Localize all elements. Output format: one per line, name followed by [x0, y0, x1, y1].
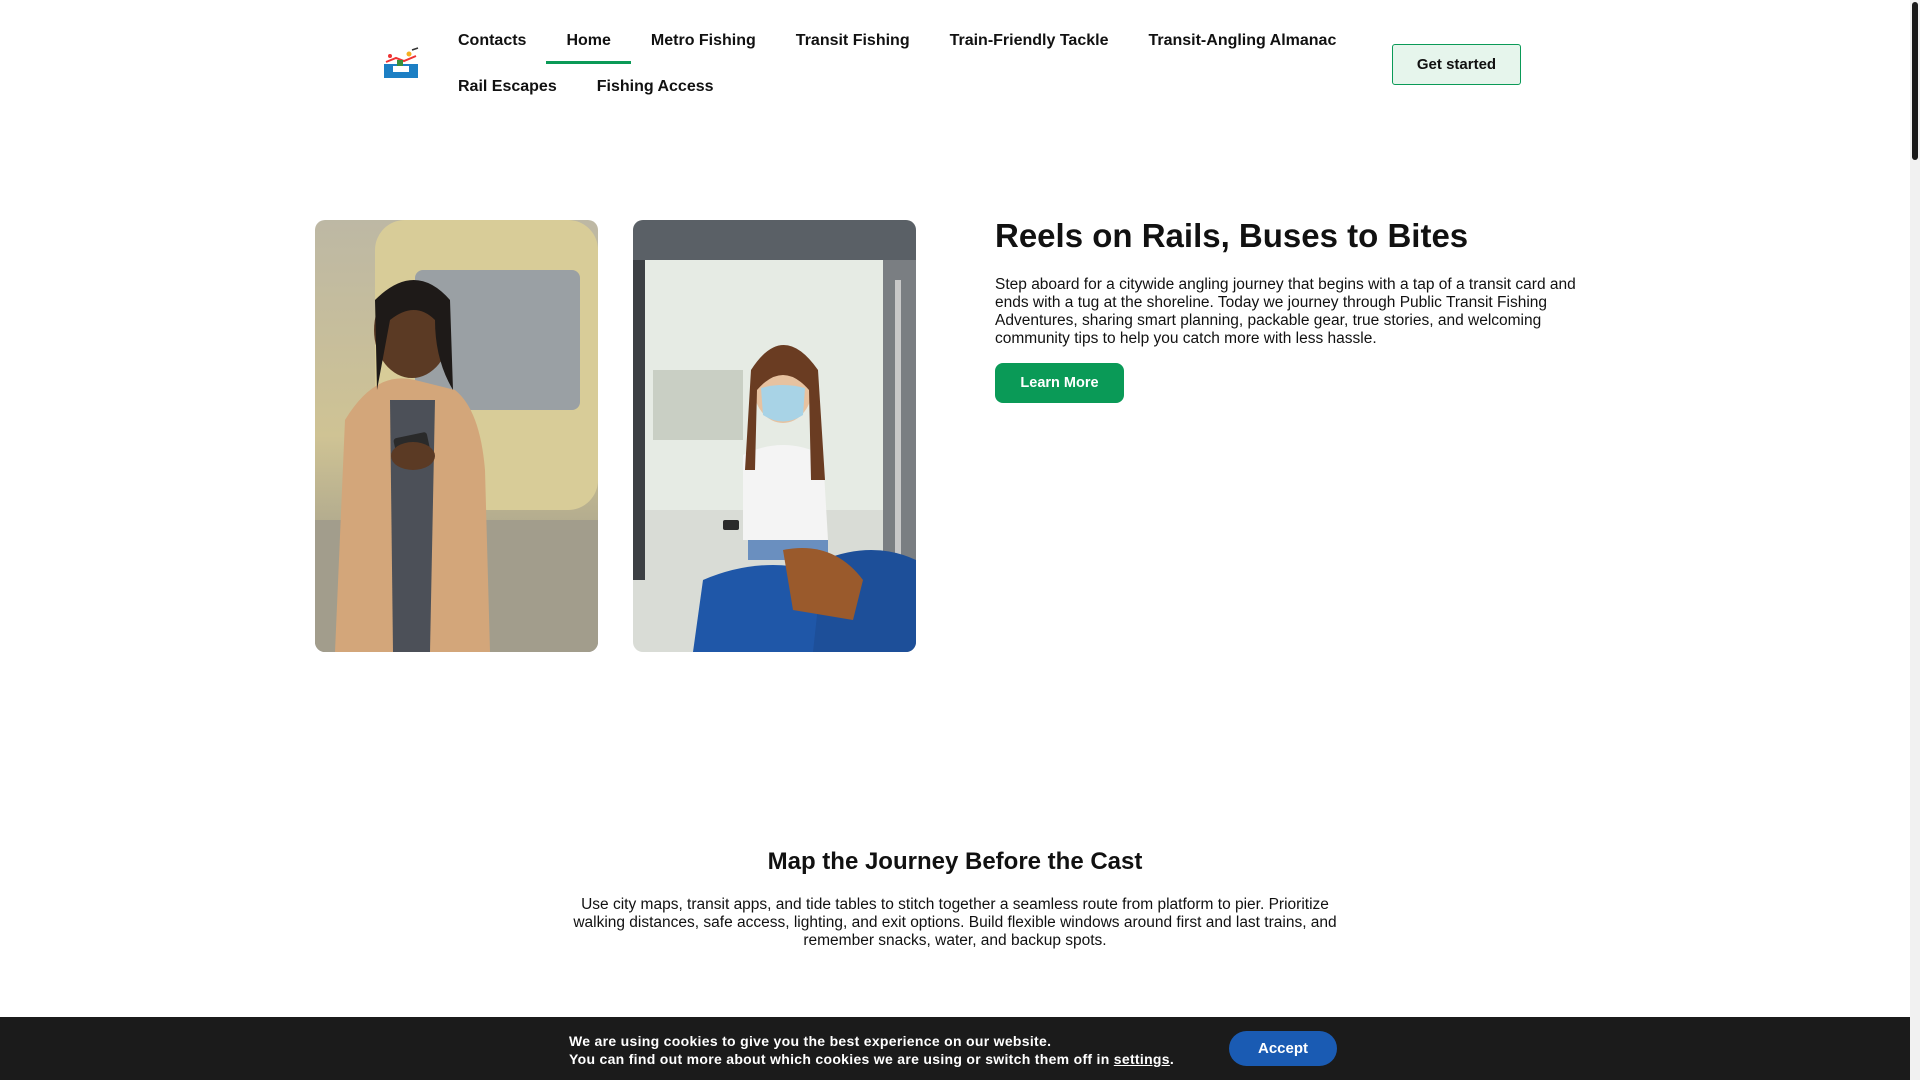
hero-description: Step aboard for a citywide angling journ… [995, 276, 1576, 347]
nav-item-transit-angling-almanac[interactable]: Transit-Angling Almanac [1128, 18, 1356, 64]
nav-item-rail-escapes[interactable]: Rail Escapes [438, 64, 577, 110]
scrollbar-track[interactable] [1910, 0, 1920, 1080]
nav-item-contacts[interactable]: Contacts [438, 18, 546, 64]
section-title: Map the Journey Before the Cast [767, 848, 1143, 875]
fishing-logo-icon[interactable] [382, 46, 420, 80]
hero-title: Reels on Rails, Buses to Bites [995, 217, 1469, 254]
cookie-banner: We are using cookies to give you the bes… [0, 1017, 1910, 1080]
nav-item-home[interactable]: Home [546, 18, 632, 64]
accept-cookies-button[interactable]: Accept [1229, 1031, 1337, 1066]
hero-photo-woman-on-bus [633, 220, 916, 652]
site-header: Contacts Home Metro Fishing Transit Fish… [0, 0, 1910, 110]
get-started-button[interactable]: Get started [1392, 44, 1521, 85]
hero-text: Reels on Rails, Buses to Bites Step aboa… [995, 216, 1595, 403]
cookie-line-1: We are using cookies to give you the bes… [569, 1033, 1052, 1049]
nav-item-train-friendly-tackle[interactable]: Train-Friendly Tackle [930, 18, 1129, 64]
hero-photo-man-with-phone [315, 220, 598, 652]
nav-item-transit-fishing[interactable]: Transit Fishing [776, 18, 930, 64]
main-nav: Contacts Home Metro Fishing Transit Fish… [438, 18, 1358, 110]
cookie-line-2-suffix: . [1169, 1051, 1175, 1067]
nav-item-metro-fishing[interactable]: Metro Fishing [631, 18, 776, 64]
nav-item-fishing-access[interactable]: Fishing Access [577, 64, 734, 110]
scrollbar-thumb[interactable] [1912, 2, 1918, 160]
cookie-settings-link[interactable]: settings [1114, 1051, 1170, 1067]
cookie-line-2-text: You can find out more about which cookie… [569, 1051, 1114, 1067]
learn-more-button[interactable]: Learn More [995, 363, 1124, 403]
section-description: Use city maps, transit apps, and tide ta… [573, 896, 1337, 949]
cookie-message: We are using cookies to give you the bes… [569, 1032, 1174, 1068]
cookie-line-2: You can find out more about which cookie… [569, 1050, 1174, 1068]
